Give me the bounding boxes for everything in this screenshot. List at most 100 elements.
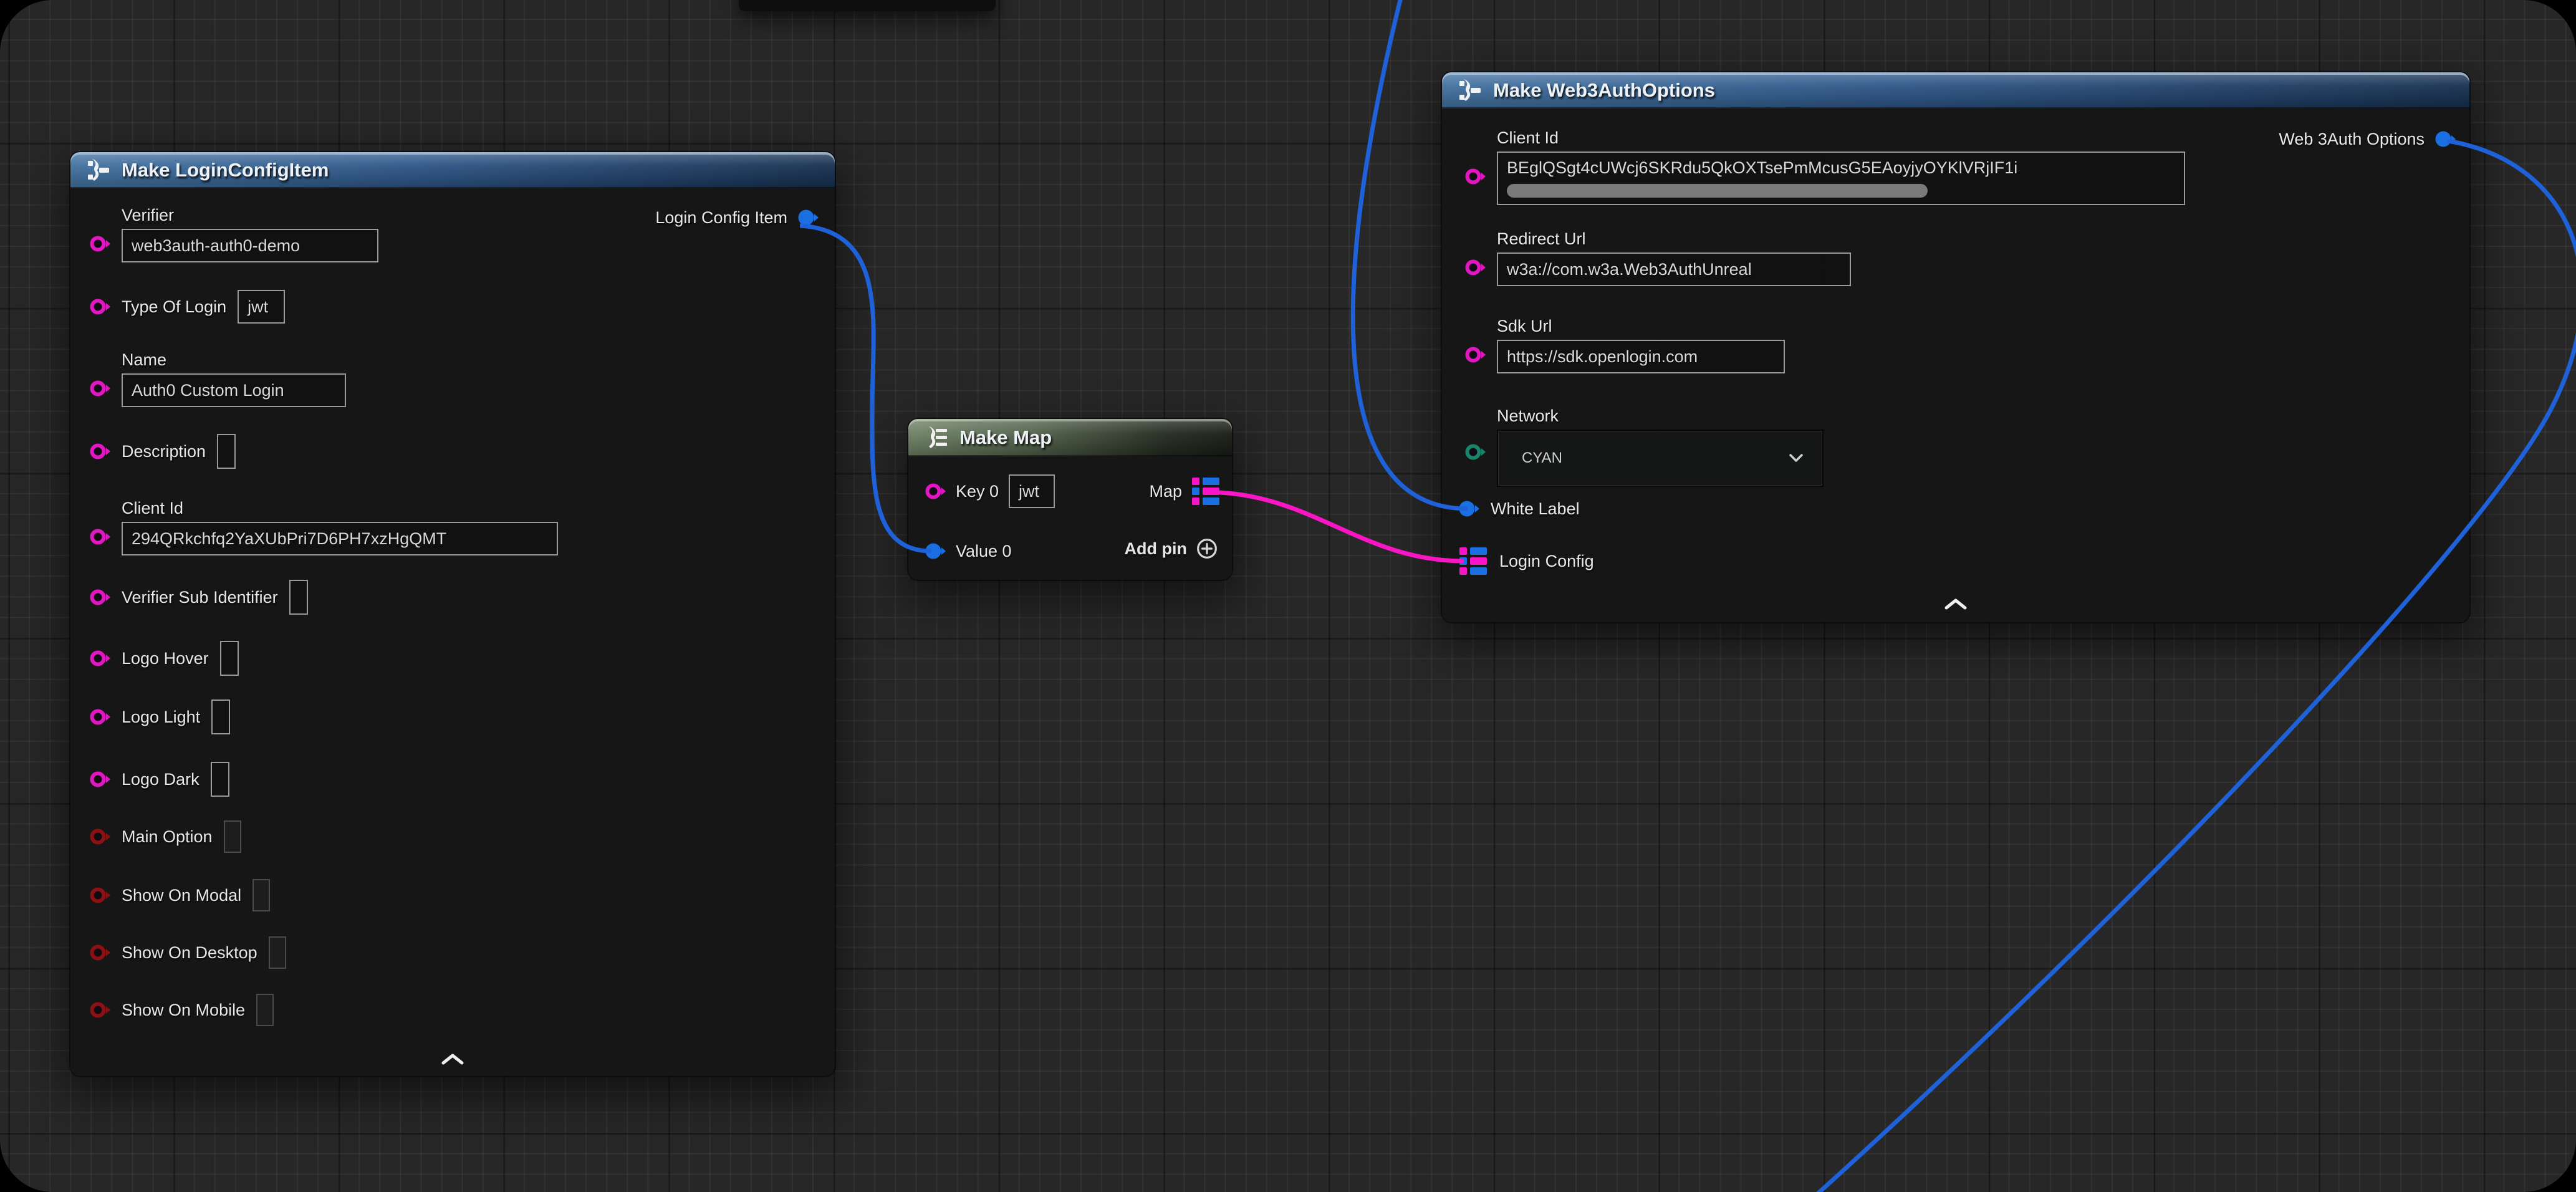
logo-hover-input[interactable] <box>220 641 239 676</box>
show-on-desktop-checkbox[interactable] <box>269 936 286 969</box>
pin-label: Type Of Login <box>122 297 226 316</box>
string-pin-name[interactable] <box>89 378 110 399</box>
string-pin-redirect-url[interactable] <box>1464 257 1486 278</box>
string-pin-logo-light[interactable] <box>89 706 110 728</box>
pin-row-logo-hover: Logo Hover <box>89 641 239 676</box>
map-pin-login-config[interactable] <box>1458 545 1488 577</box>
client-id-input[interactable]: 294QRkchfq2YaXUbPri7D6PH7xzHgQMT <box>122 522 558 555</box>
main-option-checkbox[interactable] <box>224 820 241 853</box>
pin-row-logo-dark: Logo Dark <box>89 762 229 797</box>
pin-label: Client Id <box>122 499 558 517</box>
node-header-make-map[interactable]: Make Map <box>908 419 1232 456</box>
sdk-url-input[interactable]: https://sdk.openlogin.com <box>1497 340 1785 373</box>
logo-light-input[interactable] <box>211 699 230 734</box>
network-dropdown[interactable]: CYAN <box>1497 430 1824 487</box>
string-pin-sdk-url[interactable] <box>1464 344 1486 365</box>
node-make-map[interactable]: Make Map Key 0 jwt Map Value 0 Add pin <box>908 419 1232 580</box>
show-on-mobile-checkbox[interactable] <box>256 994 274 1026</box>
output-pin-login-config-item[interactable] <box>797 207 819 228</box>
pin-row-key0: Key 0 jwt <box>925 474 1055 509</box>
blueprint-graph-canvas[interactable]: Make LoginConfigItem Login Config Item V… <box>0 0 2576 1192</box>
string-pin-logo-dark[interactable] <box>89 769 110 790</box>
string-pin-type-of-login[interactable] <box>89 296 110 317</box>
bool-pin-show-on-modal[interactable] <box>89 885 110 906</box>
node-header-make-web3authoptions[interactable]: Make Web3AuthOptions <box>1442 72 2469 108</box>
pin-row-type-of-login: Type Of Login jwt <box>89 289 285 324</box>
collapse-chevron-icon[interactable] <box>1943 596 1969 612</box>
node-make-loginconfigitem[interactable]: Make LoginConfigItem Login Config Item V… <box>70 152 835 1076</box>
pin-label: Show On Modal <box>122 886 241 905</box>
pin-row-login-config: Login Config <box>1458 544 1594 579</box>
pin-label: Client Id <box>1497 128 2185 147</box>
verifier-sub-identifier-input[interactable] <box>289 580 308 615</box>
client-id-input[interactable]: BEglQSgt4cUWcj6SKRdu5QkOXTsePmMcusG5EAoy… <box>1497 151 2185 205</box>
pin-label: Redirect Url <box>1497 229 1851 248</box>
logo-dark-input[interactable] <box>211 762 229 797</box>
object-pin-white-label[interactable] <box>1458 498 1479 519</box>
network-selected-value: CYAN <box>1522 449 1562 467</box>
offscreen-node-edge <box>739 0 996 11</box>
pin-label: Sdk Url <box>1497 317 1785 335</box>
pin-label: White Label <box>1491 499 1580 518</box>
map-output-pin[interactable] <box>1191 475 1221 507</box>
pin-row-value0: Value 0 <box>925 534 1012 569</box>
bool-pin-show-on-desktop[interactable] <box>89 942 110 963</box>
show-on-modal-checkbox[interactable] <box>252 879 270 911</box>
pin-row-network: Network CYAN <box>1464 406 1824 487</box>
type-of-login-input[interactable]: jwt <box>238 290 285 324</box>
add-pin-icon <box>1196 537 1218 560</box>
output-pin-label: Web 3Auth Options <box>2279 130 2425 148</box>
string-pin-client-id[interactable] <box>1464 166 1486 187</box>
pin-label: Value 0 <box>956 542 1012 560</box>
client-id-text: BEglQSgt4cUWcj6SKRdu5QkOXTsePmMcusG5EAoy… <box>1507 156 2175 179</box>
output-row-map: Map <box>1149 475 1221 507</box>
pin-row-name: Name Auth0 Custom Login <box>89 350 346 407</box>
output-row-web3auth-options: Web 3Auth Options <box>2279 128 2456 150</box>
redirect-url-input[interactable]: w3a://com.w3a.Web3AuthUnreal <box>1497 252 1851 286</box>
pin-label: Key 0 <box>956 482 999 501</box>
verifier-input[interactable]: web3auth-auth0-demo <box>122 229 378 262</box>
pin-row-main-option: Main Option <box>89 819 241 854</box>
collapse-chevron-icon[interactable] <box>440 1051 466 1067</box>
string-pin-verifier-sub-identifier[interactable] <box>89 587 110 608</box>
bool-pin-show-on-mobile[interactable] <box>89 999 110 1021</box>
node-title: Make Web3AuthOptions <box>1493 79 1715 102</box>
object-pin-value0[interactable] <box>925 541 946 562</box>
pin-label: Logo Hover <box>122 649 209 668</box>
add-pin-label: Add pin <box>1125 539 1187 559</box>
node-title: Make LoginConfigItem <box>122 159 329 181</box>
string-pin-logo-hover[interactable] <box>89 648 110 669</box>
description-input[interactable] <box>217 434 236 469</box>
pin-row-show-on-mobile: Show On Mobile <box>89 993 274 1027</box>
wire-map-to-loginconfig[interactable] <box>1219 493 1464 561</box>
output-pin-web3auth-options[interactable] <box>2434 128 2456 150</box>
node-header-make-loginconfigitem[interactable]: Make LoginConfigItem <box>70 152 835 188</box>
output-pin-label: Login Config Item <box>655 208 787 227</box>
pin-label: Network <box>1497 406 1824 425</box>
pin-row-show-on-modal: Show On Modal <box>89 878 270 913</box>
add-pin-button[interactable]: Add pin <box>1125 537 1218 560</box>
node-make-web3authoptions[interactable]: Make Web3AuthOptions Web 3Auth Options C… <box>1442 72 2469 622</box>
pin-label: Logo Dark <box>122 770 199 789</box>
pin-label: Map <box>1149 482 1182 501</box>
string-pin-verifier[interactable] <box>89 233 110 254</box>
bool-pin-main-option[interactable] <box>89 826 110 847</box>
string-pin-client-id[interactable] <box>89 526 110 547</box>
chevron-down-icon <box>1789 453 1804 464</box>
client-id-scrollbar[interactable] <box>1507 184 1928 198</box>
pin-row-show-on-desktop: Show On Desktop <box>89 935 286 970</box>
name-input[interactable]: Auth0 Custom Login <box>122 373 346 407</box>
pin-row-white-label: White Label <box>1458 491 1580 526</box>
pin-label: Verifier Sub Identifier <box>122 588 278 607</box>
pin-row-client-id: Client Id BEglQSgt4cUWcj6SKRdu5QkOXTsePm… <box>1464 128 2185 205</box>
pin-label: Name <box>122 350 346 369</box>
pin-row-logo-light: Logo Light <box>89 699 230 734</box>
make-struct-icon <box>1458 79 1482 102</box>
string-pin-key0[interactable] <box>925 481 946 502</box>
enum-pin-network[interactable] <box>1464 441 1486 463</box>
make-map-icon <box>925 426 948 449</box>
string-pin-description[interactable] <box>89 441 110 462</box>
pin-label: Logo Light <box>122 708 200 726</box>
key0-input[interactable]: jwt <box>1009 474 1055 508</box>
pin-label: Description <box>122 442 206 461</box>
